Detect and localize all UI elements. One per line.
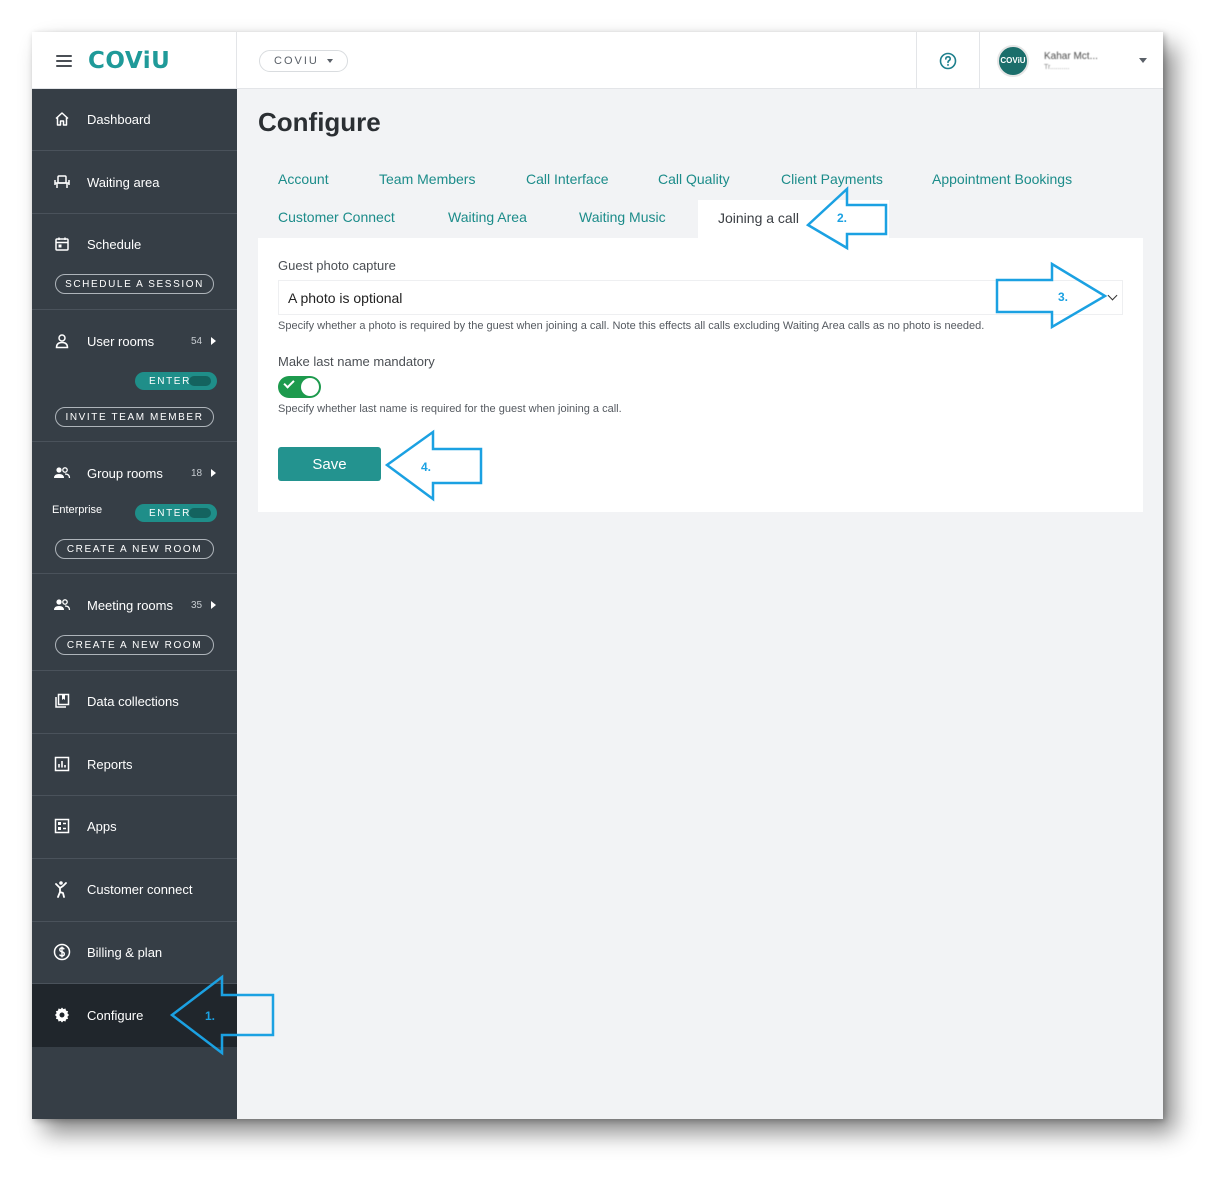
tab-appointment-bookings[interactable]: Appointment Bookings bbox=[932, 171, 1072, 187]
waiting-chair-icon bbox=[53, 173, 71, 191]
sidebar-item-waiting-area[interactable]: Waiting area bbox=[32, 151, 237, 214]
dollar-icon bbox=[53, 943, 71, 961]
sidebar-item-label: User rooms bbox=[87, 333, 155, 349]
guest-photo-value: A photo is optional bbox=[288, 290, 403, 306]
page-title: Configure bbox=[258, 107, 381, 137]
help-icon bbox=[939, 52, 957, 69]
invite-team-member-button[interactable]: INVITE TEAM MEMBER bbox=[55, 407, 214, 427]
calendar-icon bbox=[53, 235, 71, 253]
user-org: Tr.......... bbox=[1044, 63, 1070, 71]
avatar: COViU bbox=[997, 44, 1029, 77]
tab-team-members[interactable]: Team Members bbox=[379, 171, 475, 187]
top-bar: COViU COVIU COViU Kahar Mct... Tr.......… bbox=[32, 32, 1163, 89]
help-button[interactable] bbox=[916, 32, 980, 89]
tab-call-quality[interactable]: Call Quality bbox=[658, 171, 730, 187]
settings-panel: Guest photo capture A photo is optional … bbox=[258, 238, 1143, 512]
sidebar-item-user-rooms[interactable]: User rooms 54 bbox=[32, 331, 237, 351]
sidebar-item-label: Customer connect bbox=[87, 881, 193, 897]
chart-icon bbox=[53, 755, 71, 773]
brand-area: COViU bbox=[32, 32, 237, 89]
user-icon bbox=[53, 332, 71, 350]
app-window: COViU COVIU COViU Kahar Mct... Tr.......… bbox=[32, 32, 1163, 1119]
guest-photo-help: Specify whether a photo is required by t… bbox=[278, 320, 985, 332]
enter-label: ENTER bbox=[149, 375, 191, 387]
tab-call-interface[interactable]: Call Interface bbox=[526, 171, 608, 187]
enter-label: ENTER bbox=[149, 507, 191, 519]
sidebar-item-label: Schedule bbox=[87, 236, 142, 252]
group-rooms-enter-button[interactable]: ENTER bbox=[135, 504, 217, 522]
create-group-room-button[interactable]: CREATE A NEW ROOM bbox=[55, 539, 214, 559]
tab-waiting-area[interactable]: Waiting Area bbox=[448, 209, 527, 225]
sidebar-item-label: Meeting rooms bbox=[87, 597, 173, 613]
sidebar-item-reports[interactable]: Reports bbox=[32, 734, 237, 796]
group-icon bbox=[53, 596, 71, 614]
sidebar: Dashboard Waiting area Schedule SCHEDULE… bbox=[32, 89, 237, 1119]
room-count: 54 bbox=[191, 335, 203, 347]
sidebar-item-schedule[interactable]: Schedule bbox=[32, 234, 237, 254]
guest-photo-label: Guest photo capture bbox=[278, 258, 396, 273]
gear-icon bbox=[53, 1006, 71, 1024]
save-button[interactable]: Save bbox=[278, 447, 381, 481]
tab-client-payments[interactable]: Client Payments bbox=[781, 171, 883, 187]
room-count: 18 bbox=[191, 467, 203, 479]
chevron-right-icon bbox=[211, 469, 216, 477]
sidebar-item-dashboard[interactable]: Dashboard bbox=[32, 89, 237, 151]
sidebar-item-customer-connect[interactable]: Customer connect bbox=[32, 859, 237, 922]
last-name-toggle[interactable] bbox=[278, 376, 321, 398]
last-name-help: Specify whether last name is required fo… bbox=[278, 403, 622, 415]
tab-joining-a-call[interactable]: Joining a call bbox=[698, 200, 889, 238]
chevron-down-icon bbox=[1107, 290, 1118, 301]
chevron-right-icon bbox=[211, 337, 216, 345]
sidebar-item-label: Group rooms bbox=[87, 465, 163, 481]
sidebar-item-label: Data collections bbox=[87, 693, 179, 709]
user-rooms-enter-button[interactable]: ENTER bbox=[135, 372, 217, 390]
sidebar-section-meeting-rooms: Meeting rooms 35 CREATE A NEW ROOM bbox=[32, 574, 237, 671]
tab-label: Joining a call bbox=[718, 210, 799, 226]
sidebar-item-label: Apps bbox=[87, 818, 117, 834]
sidebar-item-label: Configure bbox=[87, 1007, 144, 1023]
chevron-down-icon bbox=[1139, 58, 1147, 63]
sidebar-section-schedule: Schedule SCHEDULE A SESSION bbox=[32, 214, 237, 310]
user-info: Kahar Mct... Tr.......... bbox=[1044, 51, 1116, 71]
tier-label: Enterprise bbox=[52, 504, 103, 516]
collections-icon bbox=[53, 692, 71, 710]
sidebar-item-configure[interactable]: Configure bbox=[32, 984, 237, 1047]
sidebar-item-data-collections[interactable]: Data collections bbox=[32, 671, 237, 734]
sidebar-item-apps[interactable]: Apps bbox=[32, 796, 237, 859]
create-meeting-room-button[interactable]: CREATE A NEW ROOM bbox=[55, 635, 214, 655]
room-count: 35 bbox=[191, 599, 203, 611]
last-name-label: Make last name mandatory bbox=[278, 354, 435, 369]
sidebar-item-billing[interactable]: Billing & plan bbox=[32, 922, 237, 984]
caret-down-icon bbox=[326, 59, 333, 63]
toggle-knob bbox=[301, 378, 319, 396]
sidebar-item-label: Dashboard bbox=[87, 111, 151, 127]
coviu-logo: COViU bbox=[88, 47, 171, 74]
tab-account[interactable]: Account bbox=[278, 171, 329, 187]
guest-photo-select[interactable]: A photo is optional bbox=[278, 280, 1123, 315]
hamburger-menu-icon[interactable] bbox=[56, 54, 72, 67]
apps-icon bbox=[53, 817, 71, 835]
schedule-session-button[interactable]: SCHEDULE A SESSION bbox=[55, 274, 214, 294]
sidebar-item-group-rooms[interactable]: Group rooms 18 bbox=[32, 463, 237, 483]
sidebar-item-label: Waiting area bbox=[87, 174, 160, 190]
person-waving-icon bbox=[53, 880, 71, 898]
sidebar-item-label: Reports bbox=[87, 756, 133, 772]
main-content: Configure Account Team Members Call Inte… bbox=[237, 89, 1163, 1119]
sidebar-section-user-rooms: User rooms 54 ENTER INVITE TEAM MEMBER bbox=[32, 310, 237, 442]
chevron-right-icon bbox=[211, 601, 216, 609]
tab-customer-connect[interactable]: Customer Connect bbox=[278, 209, 395, 225]
sidebar-section-group-rooms: Group rooms 18 Enterprise ENTER CREATE A… bbox=[32, 442, 237, 574]
sidebar-item-meeting-rooms[interactable]: Meeting rooms 35 bbox=[32, 595, 237, 615]
sidebar-item-label: Billing & plan bbox=[87, 944, 163, 960]
org-selector-label: COVIU bbox=[274, 55, 319, 67]
tab-waiting-music[interactable]: Waiting Music bbox=[579, 209, 666, 225]
user-menu[interactable]: COViU Kahar Mct... Tr.......... bbox=[980, 32, 1163, 89]
user-name: Kahar Mct... bbox=[1044, 50, 1098, 62]
home-icon bbox=[53, 110, 71, 128]
check-icon bbox=[283, 377, 295, 389]
org-selector[interactable]: COVIU bbox=[259, 50, 348, 72]
group-icon bbox=[53, 464, 71, 482]
